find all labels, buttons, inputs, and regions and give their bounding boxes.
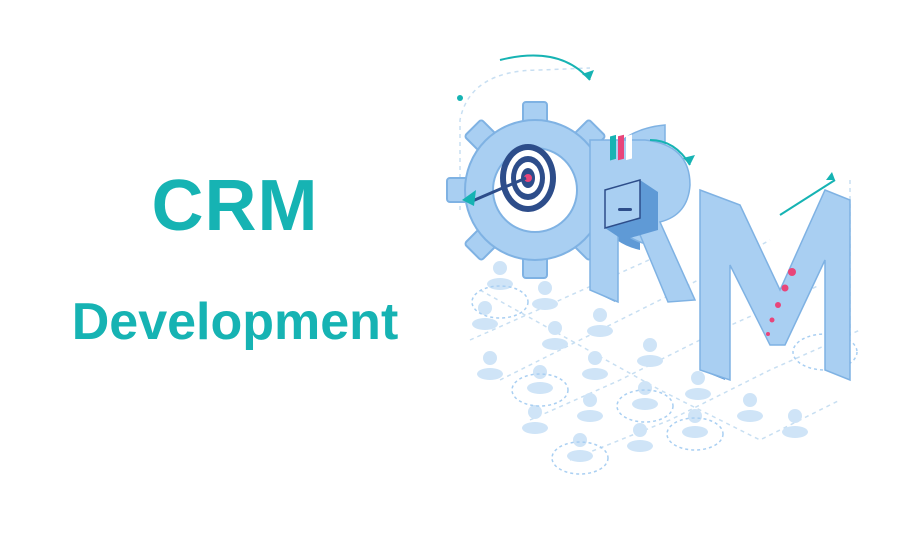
user-icon bbox=[577, 393, 603, 422]
page-subtitle: Development bbox=[71, 293, 399, 351]
user-icon bbox=[487, 261, 513, 290]
user-icon bbox=[682, 409, 708, 438]
user-icon bbox=[685, 371, 711, 400]
user-icon bbox=[477, 351, 503, 380]
user-icon bbox=[587, 308, 613, 337]
user-icon bbox=[627, 423, 653, 452]
user-icon bbox=[527, 365, 553, 394]
user-icon bbox=[532, 281, 558, 310]
user-icon bbox=[567, 433, 593, 462]
letter-m bbox=[699, 188, 851, 382]
user-icon bbox=[632, 381, 658, 410]
user-icon bbox=[542, 321, 568, 350]
user-icon bbox=[582, 351, 608, 380]
page-title: CRM bbox=[151, 166, 319, 246]
user-icon bbox=[782, 409, 808, 438]
user-icon bbox=[637, 338, 663, 367]
user-icon bbox=[522, 405, 548, 434]
target-icon bbox=[500, 144, 556, 212]
user-icon bbox=[737, 393, 763, 422]
crm-illustration bbox=[446, 54, 861, 475]
